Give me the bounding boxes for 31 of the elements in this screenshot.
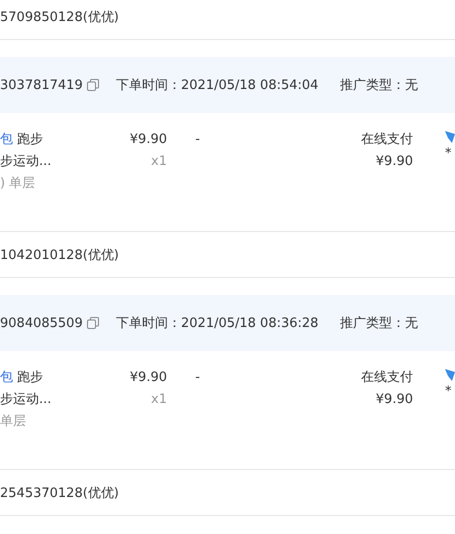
quantity: x1 bbox=[151, 153, 167, 171]
order-id: 3037817419 bbox=[0, 78, 83, 92]
paid-amount: ¥9.90 bbox=[376, 153, 413, 171]
discount: - bbox=[195, 131, 200, 149]
quantity: x1 bbox=[151, 391, 167, 409]
payment-method: 在线支付 bbox=[361, 131, 413, 149]
copy-icon[interactable] bbox=[86, 317, 99, 329]
product-spec: ) 单层 bbox=[0, 175, 36, 193]
buyer-name: 5709850128(优优) bbox=[0, 8, 119, 26]
order-time: 下单时间：2021/05/18 08:54:04 bbox=[116, 78, 318, 93]
product-title: 步运动... bbox=[0, 153, 52, 171]
buyer-name: 1042010128(优优) bbox=[0, 246, 119, 264]
product-title: 步运动... bbox=[0, 391, 52, 409]
order-id: 9084085509 bbox=[0, 316, 83, 330]
product-title: 跑步 bbox=[17, 131, 43, 149]
column-7-text: * bbox=[445, 383, 452, 401]
promotion-type: 推广类型：无 bbox=[340, 315, 418, 332]
copy-icon[interactable] bbox=[86, 79, 99, 91]
payment-method: 在线支付 bbox=[361, 369, 413, 387]
promotion-type: 推广类型：无 bbox=[340, 77, 418, 94]
discount: - bbox=[195, 369, 200, 387]
paid-amount: ¥9.90 bbox=[376, 391, 413, 409]
product-tag: 包 bbox=[0, 129, 13, 151]
unit-price: ¥9.90 bbox=[130, 369, 167, 387]
order-time: 下单时间：2021/05/18 08:36:28 bbox=[116, 316, 318, 331]
column-7-text: * bbox=[445, 145, 452, 163]
product-tag: 包 bbox=[0, 367, 13, 389]
unit-price: ¥9.90 bbox=[130, 131, 167, 149]
buyer-name: 2545370128(优优) bbox=[0, 484, 119, 502]
product-spec: 单层 bbox=[0, 413, 26, 431]
product-title: 跑步 bbox=[17, 369, 43, 387]
